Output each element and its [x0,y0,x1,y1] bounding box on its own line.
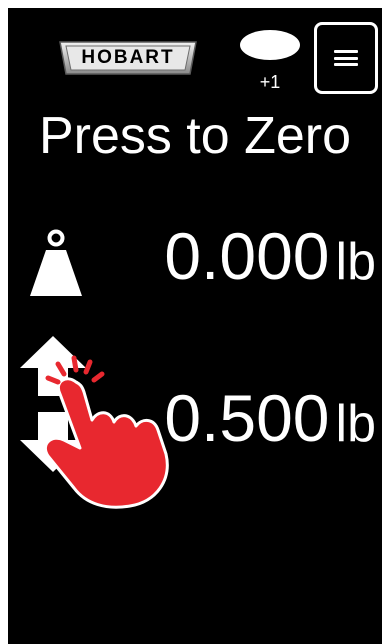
tare-weight-unit: lb [335,395,376,453]
page-title: Press to Zero [38,107,352,165]
tare-weight-value: 0.500 [164,381,330,455]
weight-icon [26,226,86,298]
hamburger-menu-icon [334,50,358,66]
tapping-hand-icon [26,348,186,518]
menu-button[interactable] [314,22,378,94]
scale-screen: HOBART +1 Press to Zero 0.000 lb 0.500 lb [8,8,382,644]
brand-name: HOBART [81,47,175,68]
gross-weight-value: 0.000 [164,219,330,293]
gross-weight-row: 0.000 lb [8,218,382,308]
brand-logo: HOBART [54,38,202,78]
notification-count: +1 [259,72,281,92]
tare-weight-display[interactable]: 0.500 lb [164,380,376,456]
notification-indicator[interactable]: +1 [240,30,300,98]
notification-bubble-icon [240,30,300,60]
gross-weight-unit: lb [335,233,376,291]
gross-weight-display: 0.000 lb [164,218,376,294]
